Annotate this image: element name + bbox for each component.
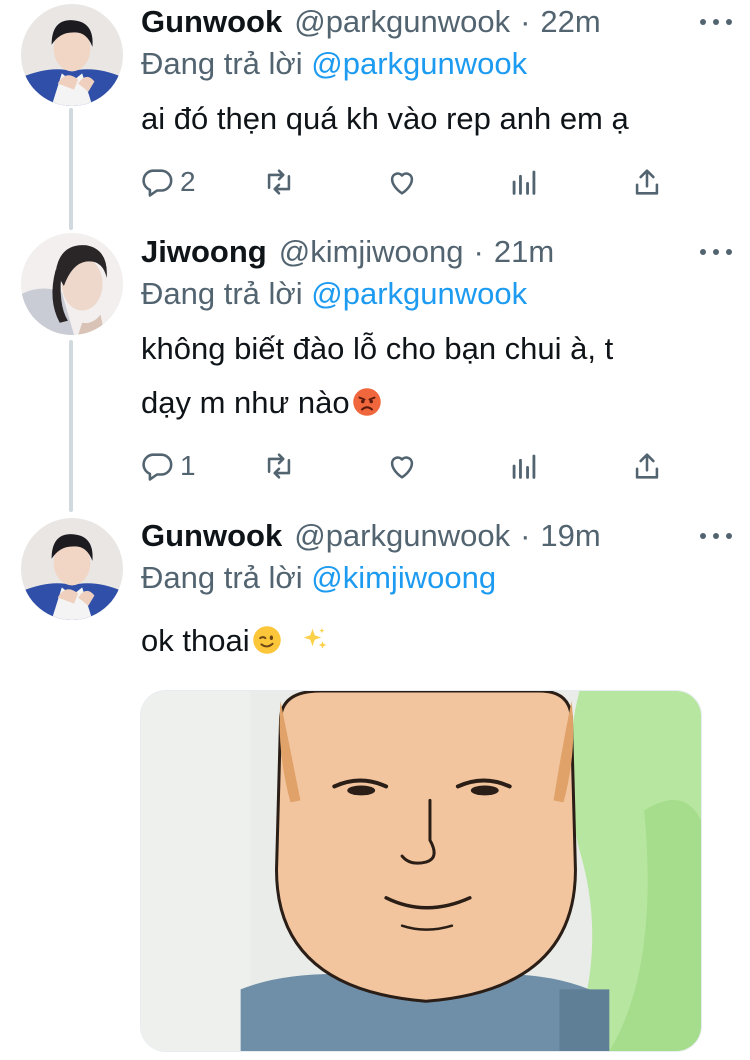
share-icon	[635, 169, 659, 195]
retweet-icon	[267, 453, 291, 479]
mention-link[interactable]: @parkgunwook	[311, 276, 527, 311]
avatar[interactable]	[21, 518, 123, 620]
cartoon-face-image	[141, 691, 701, 1051]
user-handle[interactable]: @kimjiwoong	[279, 234, 464, 270]
like-icon	[390, 172, 414, 195]
user-handle[interactable]: @parkgunwook	[294, 4, 510, 40]
analytics-button[interactable]	[507, 446, 541, 486]
analytics-button[interactable]	[507, 162, 541, 202]
jiwoong-avatar-image	[21, 233, 123, 335]
tweet-text: ok thoai	[141, 614, 720, 668]
analytics-icon	[512, 454, 536, 479]
tweet-actions: 1	[140, 446, 680, 486]
tweet-text: ai đó thẹn quá kh vào rep anh em ạ	[141, 92, 720, 146]
retweet-button[interactable]	[262, 446, 296, 486]
user-handle[interactable]: @parkgunwook	[294, 518, 510, 554]
separator: ·	[473, 234, 484, 269]
reply-count: 1	[180, 450, 196, 481]
separator: ·	[520, 4, 531, 39]
share-icon	[635, 453, 659, 479]
tweet-text-line: không biết đào lỗ cho bạn chui à, t	[141, 331, 614, 366]
winking-face-emoji	[252, 626, 281, 654]
mention-link[interactable]: @kimjiwoong	[311, 560, 496, 595]
replying-to-label: Đang trả lời	[141, 46, 303, 81]
tweet-text-content: ok thoai	[141, 623, 250, 658]
display-name[interactable]: Gunwook	[141, 518, 282, 554]
share-button[interactable]	[630, 446, 664, 486]
replying-to: Đang trả lời @kimjiwoong	[141, 560, 496, 596]
like-button[interactable]	[385, 162, 419, 202]
sparkles-emoji	[303, 628, 327, 649]
replying-to-label: Đang trả lời	[141, 560, 303, 595]
tweet-actions: 2	[140, 162, 680, 202]
gunwook-avatar-image	[21, 518, 123, 620]
replying-to: Đang trả lời @parkgunwook	[141, 276, 527, 312]
like-icon	[390, 456, 414, 479]
gunwook-avatar-image	[21, 4, 123, 106]
like-button[interactable]	[385, 446, 419, 486]
display-name[interactable]: Gunwook	[141, 4, 282, 40]
reply-icon	[142, 453, 173, 481]
tweet-header: Jiwoong @kimjiwoong · 21m	[141, 232, 732, 272]
separator: ·	[520, 518, 531, 553]
timestamp[interactable]: 21m	[494, 234, 554, 270]
tweet-header: Gunwook @parkgunwook · 22m	[141, 2, 732, 42]
timestamp[interactable]: 19m	[540, 518, 600, 554]
tweet-thread: Gunwook @parkgunwook · 22m Đang trả lời …	[0, 0, 750, 1060]
tweet-media-image[interactable]	[140, 690, 702, 1052]
thread-line	[69, 108, 73, 230]
avatar[interactable]	[21, 4, 123, 106]
display-name[interactable]: Jiwoong	[141, 234, 267, 270]
thread-line	[69, 340, 73, 512]
tweet-text: không biết đào lỗ cho bạn chui à, t dạy …	[141, 322, 720, 430]
more-icon[interactable]	[700, 524, 732, 548]
avatar[interactable]	[21, 233, 123, 335]
tweet-text-content: dạy m như nào	[141, 385, 350, 420]
reply-button[interactable]: 2	[140, 162, 196, 202]
retweet-icon	[267, 169, 291, 195]
tweet-text-line: dạy m như nào	[141, 376, 720, 430]
angry-face-emoji	[352, 388, 381, 416]
replying-to-label: Đang trả lời	[141, 276, 303, 311]
analytics-icon	[512, 170, 536, 195]
reply-icon	[142, 169, 173, 197]
replying-to: Đang trả lời @parkgunwook	[141, 46, 527, 82]
tweet-header: Gunwook @parkgunwook · 19m	[141, 516, 732, 556]
retweet-button[interactable]	[262, 162, 296, 202]
timestamp[interactable]: 22m	[540, 4, 600, 40]
tweet-text-content: ai đó thẹn quá kh vào rep anh em ạ	[141, 101, 629, 136]
share-button[interactable]	[630, 162, 664, 202]
mention-link[interactable]: @parkgunwook	[311, 46, 527, 81]
more-icon[interactable]	[700, 10, 732, 34]
reply-button[interactable]: 1	[140, 446, 196, 486]
reply-count: 2	[180, 166, 196, 197]
more-icon[interactable]	[700, 240, 732, 264]
